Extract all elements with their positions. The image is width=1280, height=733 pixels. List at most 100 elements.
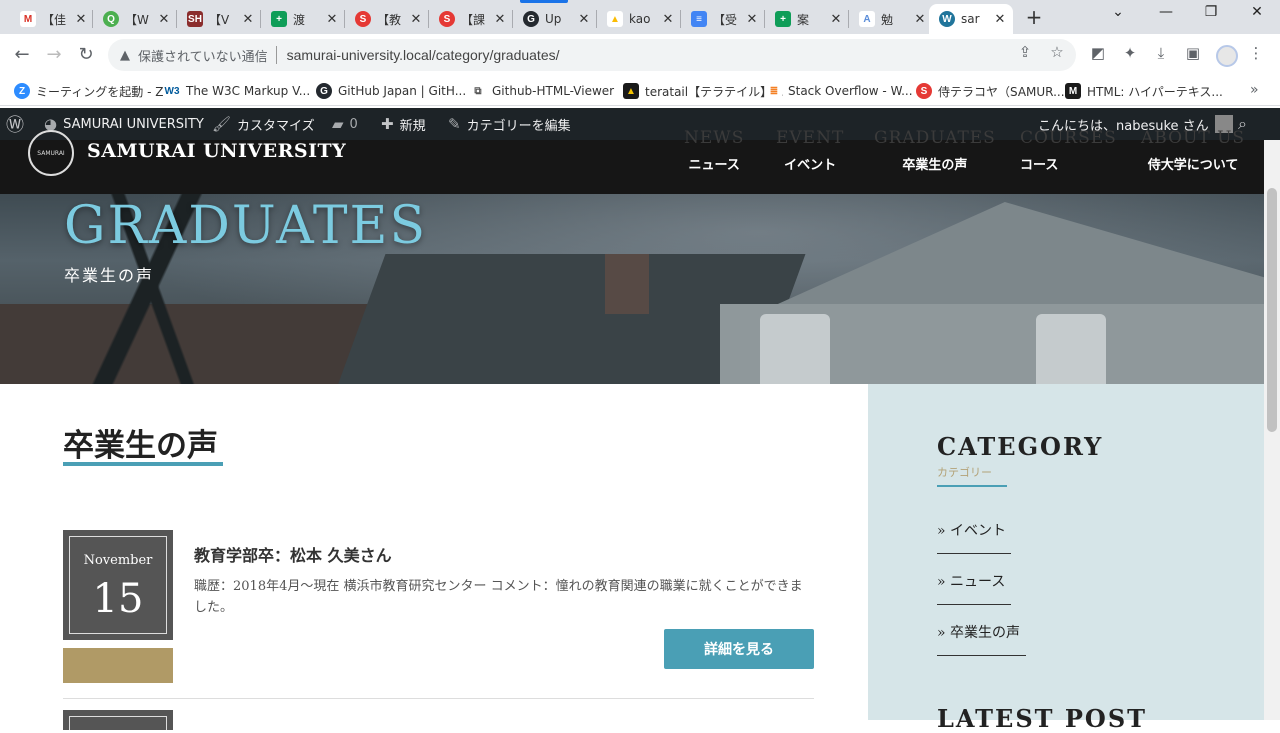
close-tab-icon[interactable]: ✕ (829, 12, 843, 27)
tab-0[interactable]: M 【佳 ✕ (10, 4, 94, 34)
close-tab-icon[interactable]: ✕ (913, 12, 927, 27)
bookmark-label: The W3C Markup V... (186, 84, 311, 98)
security-status[interactable]: 保護されていない通信 (138, 46, 268, 65)
nav-news[interactable]: NEWS ニュース (684, 128, 744, 173)
bookmark-samurai[interactable]: S 侍テラコヤ（SAMUR... (916, 82, 1065, 100)
profile-avatar[interactable] (1216, 45, 1238, 67)
teratail-icon: ▲ (623, 83, 639, 99)
tab-title: 【課 (461, 12, 486, 27)
site-logo[interactable]: SAMURAI (28, 130, 74, 176)
bookmark-html-viewer[interactable]: ⧉ Github-HTML-Viewer (470, 82, 614, 100)
close-tab-icon[interactable]: ✕ (493, 12, 507, 27)
admin-site-name[interactable]: ◕ SAMURAI UNIVERSITY (44, 108, 204, 140)
bookmark-mdn[interactable]: M HTML: ハイパーテキス... (1065, 82, 1223, 100)
hero-subtitle: 卒業生の声 (64, 266, 155, 285)
stackoverflow-icon: ≣ (766, 83, 782, 99)
hero-column (760, 314, 830, 384)
close-tab-icon[interactable]: ✕ (325, 12, 339, 27)
admin-customize[interactable]: 🖌 カスタマイズ (212, 108, 315, 140)
tab-6[interactable]: G Up ✕ (513, 4, 597, 34)
admin-new[interactable]: ✚ 新規 (381, 108, 426, 140)
plus-icon: ✚ (381, 115, 394, 133)
category-item-news[interactable]: » ニュース (937, 571, 1005, 591)
hero-chimney (605, 254, 649, 314)
back-button[interactable]: ← (10, 43, 34, 67)
post-date: November 15 (63, 530, 173, 640)
side-panel-icon[interactable]: ▣ (1182, 44, 1204, 62)
minimize-button[interactable]: — (1156, 4, 1176, 20)
nav-about[interactable]: ABOUT US 侍大学について (1141, 128, 1245, 173)
close-tab-icon[interactable]: ✕ (661, 12, 675, 27)
tab-8[interactable]: ≡ 【受 ✕ (681, 4, 765, 34)
pencil-icon: ✎ (448, 115, 461, 133)
extension-icon[interactable]: ◩ (1087, 44, 1109, 62)
title-underline (63, 462, 223, 466)
download-icon[interactable]: ⤓ (1150, 44, 1172, 62)
tab-5[interactable]: S 【課 ✕ (429, 4, 513, 34)
address-bar[interactable]: ▲ 保護されていない通信 samurai-university.local/ca… (108, 39, 1076, 71)
bookmark-zoom[interactable]: Z ミーティングを起動 - Z... (14, 82, 175, 100)
close-tab-icon[interactable]: ✕ (157, 12, 171, 27)
new-tab-button[interactable]: + (1022, 5, 1046, 29)
bookmark-github[interactable]: G GitHub Japan | GitH... (316, 82, 466, 100)
admin-edit-category[interactable]: ✎ カテゴリーを編集 (448, 108, 571, 140)
reload-button[interactable]: ↻ (74, 43, 98, 67)
forward-button[interactable]: → (42, 43, 66, 67)
read-more-button[interactable]: 詳細を見る (664, 629, 814, 669)
url-text[interactable]: samurai-university.local/category/gradua… (287, 47, 560, 63)
item-divider (937, 553, 1011, 554)
page-scrollbar[interactable] (1264, 140, 1280, 720)
site-title[interactable]: SAMURAI UNIVERSITY (87, 140, 346, 162)
scrollbar-thumb[interactable] (1267, 188, 1277, 432)
tab-title: Up (545, 12, 562, 26)
tab-title: kao (629, 12, 651, 26)
tab-10[interactable]: A 勉 ✕ (849, 4, 933, 34)
nav-courses[interactable]: COURSES コース (1020, 128, 1117, 173)
post-day: 15 (92, 576, 144, 622)
close-tab-icon[interactable]: ✕ (241, 12, 255, 27)
logo-text: SAMURAI (37, 149, 65, 157)
close-tab-icon[interactable]: ✕ (74, 12, 88, 27)
tab-active[interactable]: W sar ✕ (929, 4, 1013, 34)
post-title[interactable]: 教育学部卒：松本 久美さん (194, 542, 392, 566)
puzzle-icon[interactable]: ✦ (1119, 44, 1141, 62)
admin-comments[interactable]: ▰ 0 (332, 108, 358, 140)
bookmark-star-icon[interactable]: ☆ (1046, 43, 1068, 61)
close-tab-icon[interactable]: ✕ (577, 12, 591, 27)
warning-icon[interactable]: ▲ (120, 48, 130, 63)
wordpress-icon: W (939, 11, 955, 27)
tab-title: 【W (125, 12, 149, 27)
close-window-button[interactable]: ✕ (1247, 4, 1267, 20)
menu-icon[interactable]: ⋮ (1245, 44, 1267, 62)
wordpress-logo-icon[interactable]: Ⓦ (6, 108, 30, 140)
github-icon: G (316, 83, 332, 99)
close-tab-icon[interactable]: ✕ (409, 12, 423, 27)
tab-9[interactable]: + 案 ✕ (765, 4, 849, 34)
more-bookmarks-icon[interactable]: » (1250, 82, 1259, 98)
bookmark-stackoverflow[interactable]: ≣ Stack Overflow - W... (766, 82, 913, 100)
latest-post-heading: LATEST POST (937, 704, 1148, 733)
tab-3[interactable]: + 渡 ✕ (261, 4, 345, 34)
comment-count: 0 (349, 116, 358, 132)
tab-1[interactable]: Q 【W ✕ (93, 4, 177, 34)
bookmark-teratail[interactable]: ▲ teratail【テラテイル】... (623, 82, 784, 100)
tab-search-icon[interactable]: ⌄ (1108, 4, 1128, 20)
nav-graduates[interactable]: GRADUATES 卒業生の声 (874, 128, 996, 173)
post-excerpt: 職歴：2018年4月～現在 横浜市教育研究センター コメント：憧れの教育関連の職… (194, 579, 803, 615)
category-item-event[interactable]: » イベント (937, 520, 1006, 540)
comment-icon: ▰ (332, 115, 344, 133)
close-tab-icon[interactable]: ✕ (993, 12, 1007, 27)
customize-label: カスタマイズ (237, 118, 315, 134)
nav-event[interactable]: EVENT イベント (776, 128, 844, 173)
close-tab-icon[interactable]: ✕ (745, 12, 759, 27)
tab-7[interactable]: ▲ kao ✕ (597, 4, 681, 34)
tab-4[interactable]: S 【教 ✕ (345, 4, 429, 34)
browser-tab-strip: M 【佳 ✕ Q 【W ✕ SH 【V ✕ + 渡 ✕ S 【教 ✕ S 【課 … (0, 0, 1280, 34)
nav-en-label: NEWS (684, 128, 745, 148)
tab-drop-indicator (520, 0, 568, 3)
tab-2[interactable]: SH 【V ✕ (177, 4, 261, 34)
restore-button[interactable]: ❐ (1201, 4, 1221, 20)
bookmark-w3c[interactable]: W3 The W3C Markup V... (164, 82, 310, 100)
share-icon[interactable]: ⇪ (1014, 43, 1036, 61)
category-item-graduates[interactable]: » 卒業生の声 (937, 622, 1020, 642)
